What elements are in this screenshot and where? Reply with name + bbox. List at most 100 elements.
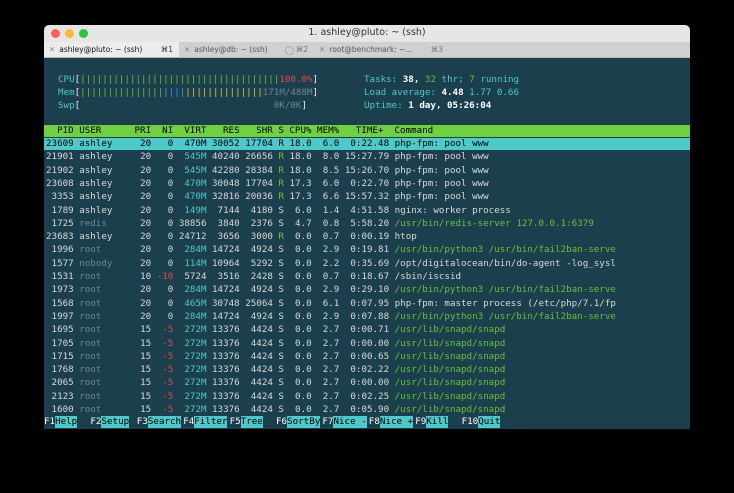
cell-s: S — [278, 271, 290, 282]
cell-pri: 15 — [134, 337, 157, 349]
cell-ni: 0 — [156, 257, 179, 269]
fkey-f3[interactable]: F3Search — [137, 416, 182, 428]
cell-s: R — [278, 164, 290, 176]
cell-ni: 0 — [156, 244, 179, 256]
cell-pri: 20 — [134, 284, 157, 296]
table-row[interactable]: 1973 root 20 0 284M 14724 4924 S 0.0 2.9… — [46, 284, 616, 295]
tab-1[interactable]: ✕ ashley@pluto: ~ (ssh) ⌘1 — [44, 42, 179, 57]
fkey-label: Nice + — [379, 416, 414, 428]
cell-pid: 21901 — [46, 151, 80, 163]
cell-shr: 17704 — [245, 138, 279, 149]
cell-pid: 21902 — [46, 164, 80, 176]
cell-time: 0:19.81 — [344, 244, 395, 256]
table-row[interactable]: 3353 ashley 20 0 470M 32816 20036 R 17.3… — [46, 191, 489, 202]
cell-time: 0:22.48 — [344, 138, 395, 149]
cell-user: redis — [79, 217, 135, 229]
terminal-content[interactable]: CPU[||||||||||||||||||||||||||||||||||||… — [44, 58, 690, 429]
tab-close-icon[interactable]: ✕ — [44, 45, 55, 54]
fkey-f10[interactable]: F10Quit — [462, 416, 501, 428]
fkey-f9[interactable]: F9Kill — [415, 416, 449, 428]
table-row[interactable]: 2065 root 15 -5 272M 13376 4424 S 0.0 2.… — [46, 377, 506, 389]
table-row[interactable]: 1997 root 20 0 284M 14724 4924 S 0.0 2.9… — [46, 311, 616, 322]
cell-cmd: php-fpm: master process (/etc/php/7.1/fp — [394, 297, 616, 309]
cell-time: 0:22.70 — [344, 177, 395, 189]
fkey-f1[interactable]: F1Help — [44, 416, 78, 428]
window-title: 1. ashley@pluto: ~ (ssh) — [308, 27, 426, 38]
table-row[interactable]: 1600 root 15 -5 272M 13376 4424 S 0.0 2.… — [46, 404, 506, 415]
fkey-f5[interactable]: F5Tree — [230, 416, 263, 428]
fkey-f2[interactable]: F2Setup — [90, 416, 130, 428]
cell-res: 14724 — [212, 284, 246, 296]
cell-mem: 2.7 — [317, 404, 345, 415]
fkey-key: F4 — [183, 416, 195, 427]
cell-time: 0:07.88 — [344, 310, 395, 322]
cell-cpu: 17.3 — [289, 177, 318, 189]
table-row[interactable]: 1695 root 15 -5 272M 13376 4424 S 0.0 2.… — [46, 324, 506, 336]
cell-pid: 1973 — [46, 284, 80, 296]
tab-3[interactable]: ✕ root@benchmark: ~... ⌘3 — [314, 42, 449, 57]
fkey-f6[interactable]: F6SortBy — [276, 416, 321, 428]
cell-virt: 272M — [178, 377, 213, 389]
fkey-f8[interactable]: F8Nice + — [369, 416, 414, 428]
cell-cpu: 0.0 — [289, 404, 318, 415]
cell-pid: 23608 — [46, 177, 80, 189]
cell-ni: 0 — [156, 191, 179, 203]
table-row[interactable]: 1768 root 15 -5 272M 13376 4424 S 0.0 2.… — [46, 364, 506, 376]
cell-time: 5:58.20 — [344, 217, 395, 229]
tab-2[interactable]: ✕ ashley@db: ~ (ssh) ⌘2 — [179, 42, 314, 57]
fkey-f4[interactable]: F4Filter — [183, 416, 228, 428]
cell-user: ashley — [79, 164, 135, 176]
tab-close-icon[interactable]: ✕ — [314, 45, 325, 54]
table-row[interactable]: 1705 root 15 -5 272M 13376 4424 S 0.0 2.… — [46, 337, 506, 349]
cell-pid: 1996 — [46, 244, 80, 256]
cell-time: 0:00.19 — [344, 231, 395, 243]
cell-res: 14724 — [212, 310, 246, 322]
table-row[interactable]: 2123 root 15 -5 272M 13376 4424 S 0.0 2.… — [46, 390, 506, 402]
cell-user: root — [79, 350, 135, 362]
table-row[interactable]: 1577 nobody 20 0 114M 10964 5292 S 0.0 2… — [46, 258, 616, 269]
cell-cpu: 0.0 — [289, 271, 318, 282]
cell-cmd: /usr/bin/python3 /usr/bin/fail2ban-serve — [394, 310, 616, 322]
cell-mem: 2.7 — [317, 364, 345, 376]
cell-pid: 23609 — [46, 138, 80, 149]
process-table-header[interactable]: PID USER PRI NI VIRT RES SHR S CPU% MEM%… — [44, 125, 690, 137]
cell-virt: 465M — [178, 297, 213, 309]
table-row[interactable]: 1996 root 20 0 284M 14724 4924 S 0.0 2.9… — [46, 244, 616, 255]
cell-cpu: 0.0 — [289, 390, 318, 402]
cell-s: S — [278, 297, 290, 309]
cell-user: root — [79, 284, 135, 296]
cell-virt: 545M — [178, 151, 213, 163]
table-row[interactable]: 21901 ashley 20 0 545M 40240 26656 R 18.… — [46, 151, 489, 162]
uptime-line: Uptime: 1 day, 05:26:04 — [364, 100, 492, 111]
table-row[interactable]: 1715 root 15 -5 272M 13376 4424 S 0.0 2.… — [46, 350, 506, 362]
cell-user: root — [79, 244, 135, 256]
cell-s: R — [278, 151, 290, 163]
table-row[interactable]: 1725 redis 20 0 38856 3840 2376 S 4.7 0.… — [46, 218, 594, 229]
fkey-f7[interactable]: F7Nice - — [322, 416, 367, 428]
cell-cpu: 0.0 — [289, 324, 318, 336]
table-row[interactable]: 1568 root 20 0 465M 30748 25064 S 0.0 6.… — [46, 298, 616, 309]
cell-virt: 470M — [178, 177, 213, 189]
title-bar[interactable]: 1. ashley@pluto: ~ (ssh) — [44, 25, 690, 43]
table-row[interactable]: 1531 root 10 -10 5724 3516 2428 S 0.0 0.… — [46, 271, 462, 282]
cell-pid: 1600 — [46, 404, 80, 415]
cell-pri: 10 — [134, 271, 157, 282]
cell-user: root — [79, 404, 135, 415]
table-row[interactable]: 1789 ashley 20 0 149M 7144 4180 S 6.0 1.… — [46, 205, 511, 216]
table-row[interactable]: 23609 ashley 20 0 470M 30052 17704 R 18.… — [46, 138, 489, 149]
cpu-meter: CPU[||||||||||||||||||||||||||||||||||||… — [58, 74, 319, 85]
fkey-key: F2 — [90, 416, 102, 427]
cell-s: S — [278, 257, 290, 269]
cell-cpu: 0.0 — [289, 284, 318, 296]
table-row[interactable]: 21902 ashley 20 0 545M 42280 28384 R 18.… — [46, 165, 489, 176]
fkey-label: Quit — [478, 416, 501, 428]
table-row[interactable]: 23608 ashley 20 0 470M 30048 17704 R 17.… — [46, 178, 489, 189]
tab-close-icon[interactable]: ✕ — [179, 45, 190, 54]
table-row[interactable]: 23683 ashley 20 0 24712 3656 3000 R 0.0 … — [46, 231, 417, 242]
cell-s: S — [278, 324, 290, 336]
cell-virt: 24712 — [178, 231, 213, 243]
cell-time: 0:02.22 — [344, 364, 395, 376]
cell-mem: 2.9 — [317, 310, 345, 322]
cell-pri: 15 — [134, 324, 157, 336]
cell-s: S — [278, 390, 290, 402]
